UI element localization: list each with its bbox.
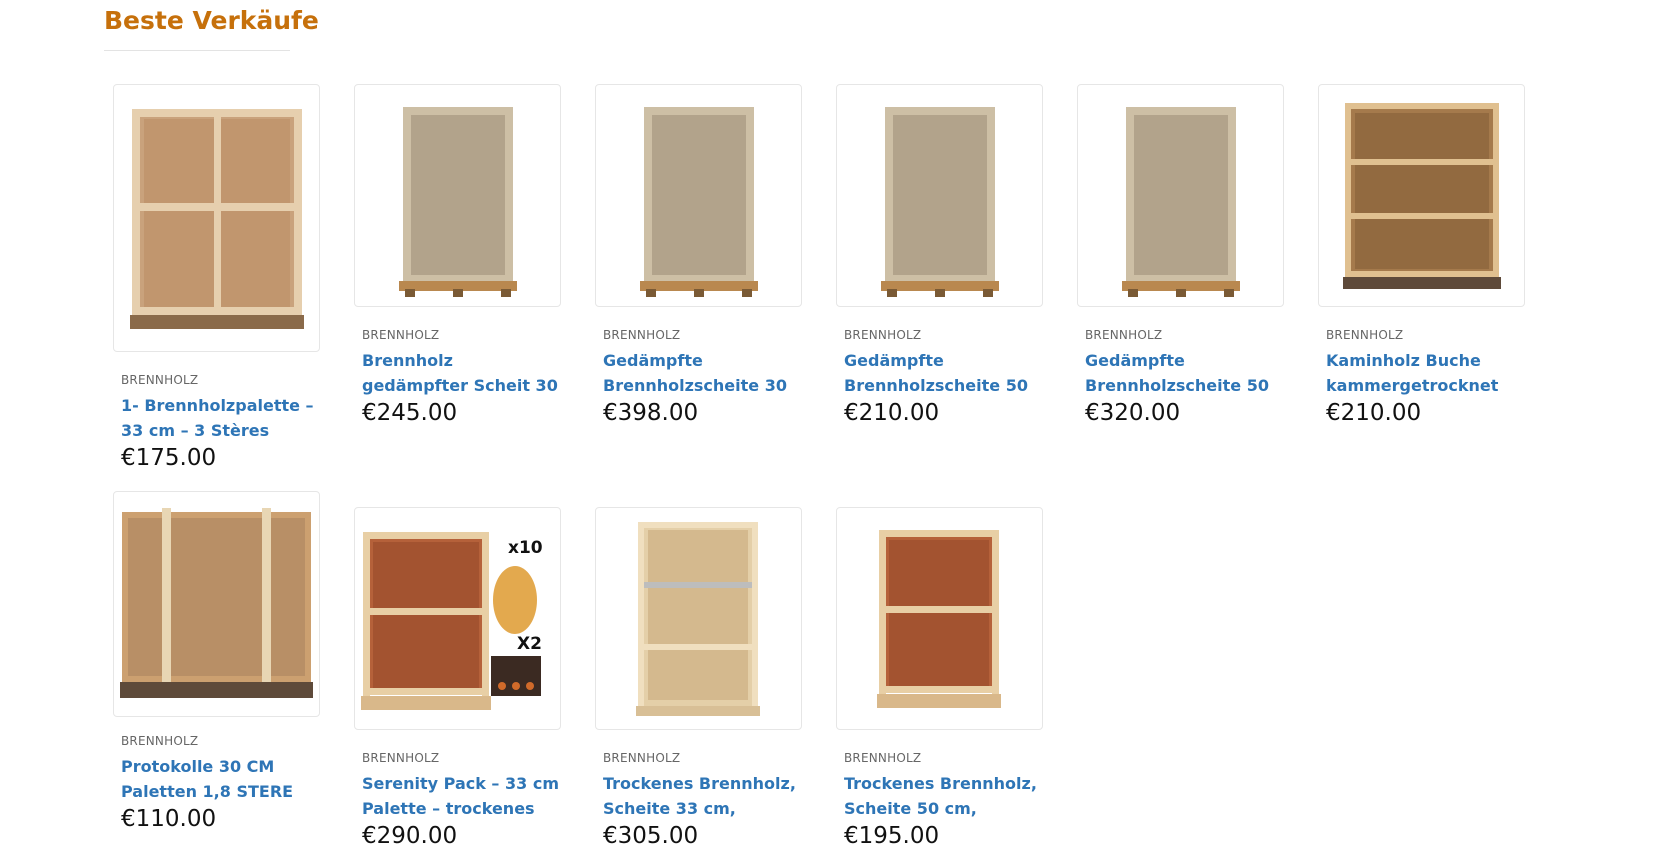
product-category: BRENNHOLZ (1326, 328, 1404, 342)
product-title-link[interactable]: 1- Brennholzpalette – 33 cm – 3 Stères (121, 393, 321, 443)
product-price: €305.00 (603, 823, 699, 849)
product-image[interactable] (113, 84, 320, 352)
product-price: €210.00 (844, 400, 940, 426)
product-price: €110.00 (121, 806, 217, 832)
product-title-link[interactable]: Kaminholz Buche kammergetrocknet (1326, 348, 1526, 398)
product-category: BRENNHOLZ (844, 751, 922, 765)
product-image[interactable] (836, 84, 1043, 307)
product-price: €320.00 (1085, 400, 1181, 426)
product-category: BRENNHOLZ (121, 734, 199, 748)
product-title-link[interactable]: Brennholz gedämpfter Scheit 30 cm in… (362, 348, 562, 398)
title-underline (104, 50, 290, 51)
product-image[interactable] (1318, 84, 1525, 307)
product-price: €210.00 (1326, 400, 1422, 426)
product-category: BRENNHOLZ (362, 751, 440, 765)
product-price: €245.00 (362, 400, 458, 426)
crate-icon (1343, 103, 1501, 289)
tall-crate-icon (636, 522, 760, 716)
product-title-link[interactable]: Gedämpfte Brennholzscheite 50 c… (844, 348, 1044, 398)
product-image[interactable] (836, 507, 1043, 730)
netted-pallet-icon (640, 107, 758, 297)
netted-pallet-icon (399, 107, 517, 297)
product-price: €175.00 (121, 445, 217, 471)
product-title-link[interactable]: Protokolle 30 CM Paletten 1,8 STERE (121, 754, 321, 804)
product-title-link[interactable]: Serenity Pack – 33 cm Palette – trockene… (362, 771, 562, 821)
product-price: €290.00 (362, 823, 458, 849)
product-image[interactable] (354, 84, 561, 307)
product-price: €195.00 (844, 823, 940, 849)
product-title-link[interactable]: Gedämpfte Brennholzscheite 50 c… (1085, 348, 1285, 398)
product-image[interactable] (595, 507, 802, 730)
quantity-badge: x10 (508, 538, 543, 558)
product-title-link[interactable]: Gedämpfte Brennholzscheite 30 c… (603, 348, 803, 398)
product-title-link[interactable]: Trockenes Brennholz, Scheite 50 cm, Pale… (844, 771, 1044, 821)
product-category: BRENNHOLZ (362, 328, 440, 342)
product-category: BRENNHOLZ (121, 373, 199, 387)
product-price: €398.00 (603, 400, 699, 426)
netted-pallet-icon (1122, 107, 1240, 297)
product-category: BRENNHOLZ (603, 751, 681, 765)
netted-pallet-icon (881, 107, 999, 297)
product-image[interactable] (595, 84, 802, 307)
product-category: BRENNHOLZ (1085, 328, 1163, 342)
crate-icon (130, 109, 304, 329)
product-image[interactable] (113, 491, 320, 717)
product-image[interactable] (1077, 84, 1284, 307)
red-crate-icon (877, 530, 1001, 708)
product-title-link[interactable]: Trockenes Brennholz, Scheite 33 cm, Pale… (603, 771, 803, 821)
product-image[interactable]: x10 X2 (354, 507, 561, 730)
product-category: BRENNHOLZ (844, 328, 922, 342)
quantity-badge: X2 (517, 634, 542, 654)
section-title: Beste Verkäufe (104, 6, 319, 35)
netted-crate-icon (120, 508, 313, 698)
product-category: BRENNHOLZ (603, 328, 681, 342)
